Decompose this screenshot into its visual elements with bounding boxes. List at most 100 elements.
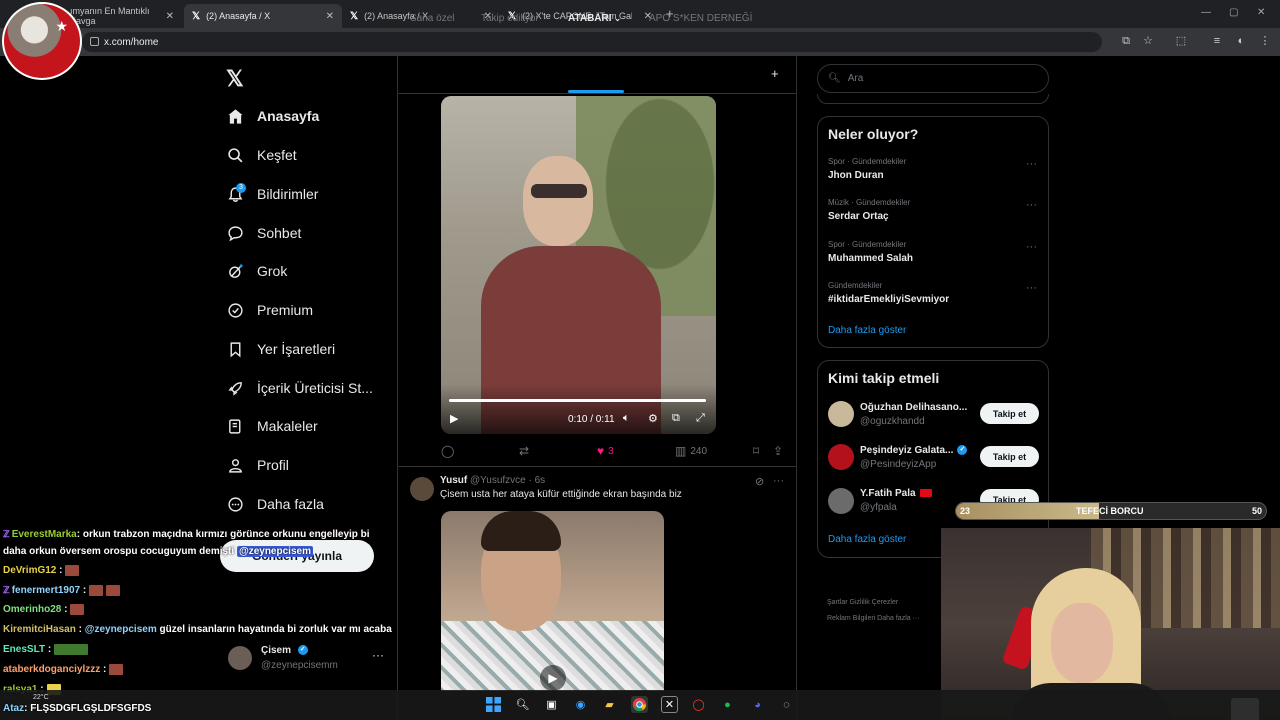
bookmark-button[interactable]: ⌑ (753, 444, 763, 458)
nav-profile[interactable]: Profil (226, 451, 289, 479)
play-icon[interactable]: ▶ (450, 412, 458, 425)
video-player[interactable] (441, 96, 716, 434)
account-handle: @zeynepcisemm (261, 660, 338, 671)
tweet-author-handle[interactable]: @Yusufzvce · 6s (470, 475, 545, 486)
more-icon[interactable]: ··· (1026, 241, 1037, 253)
bookmark-star-icon[interactable]: ☆ (1141, 34, 1155, 48)
task-view-icon[interactable]: ▣ (543, 696, 560, 713)
trend-item[interactable]: Serdar Ortaç (828, 211, 889, 222)
more-icon[interactable]: ··· (1026, 158, 1037, 170)
extensions-icon[interactable]: ⬚ (1174, 34, 1188, 48)
chrome-icon[interactable] (631, 696, 648, 713)
trend-item[interactable]: Jhon Duran (828, 170, 884, 181)
nav-more[interactable]: Daha fazla (226, 490, 324, 518)
nav-label: İçerik Üreticisi St... (257, 380, 373, 396)
file-explorer-icon[interactable]: ▰ (601, 696, 618, 713)
follow-suggestion-name[interactable]: Oğuzhan Delihasano... (860, 402, 967, 413)
account-menu-icon[interactable]: ··· (372, 648, 384, 662)
play-icon[interactable]: ▶ (540, 665, 566, 691)
emote-icon (106, 585, 121, 596)
nav-explore[interactable]: Keşfet (226, 141, 297, 169)
follow-suggestion-handle: @oguzkhandd (860, 416, 925, 427)
follow-suggestion-name[interactable]: Y.Fatih Pala (860, 488, 932, 499)
views-button[interactable]: ▥ 240 (675, 444, 707, 458)
x-app-icon[interactable]: ✕ (661, 696, 678, 713)
weather-temp: 22°C (33, 694, 49, 701)
add-tab-icon[interactable]: + (771, 66, 779, 81)
browser-tabbar: ımyanın En Mantıklı Kavga ✕ 𝕏 (2) Anasay… (0, 0, 1280, 28)
footer-links[interactable]: Reklam Bilgileri Daha fazla ··· (827, 615, 920, 622)
retweet-button[interactable]: ⇄ (519, 444, 533, 458)
search-input[interactable]: 🔍︎ Ara (817, 64, 1049, 93)
x-logo-icon[interactable]: 𝕏 (226, 66, 244, 92)
more-icon[interactable]: ··· (1026, 282, 1037, 294)
divider (398, 466, 796, 467)
show-more-link[interactable]: Daha fazla göster (828, 534, 906, 545)
tweet-author-name[interactable]: Yusuf (440, 475, 467, 486)
footer-links[interactable]: Şartlar Gizlilik Çerezler (827, 599, 898, 606)
chat-message: ataberkdoganciylzzz : (3, 664, 124, 675)
nav-bookmarks[interactable]: Yer İşaretleri (226, 335, 335, 363)
follow-suggestion-handle: @yfpala (860, 502, 897, 513)
trend-meta: Spor · Gündemdekiler (828, 157, 907, 166)
nav-chat[interactable]: Sohbet (226, 219, 301, 247)
nav-creator-studio[interactable]: İçerik Üreticisi St... (226, 374, 373, 402)
follow-suggestion-name[interactable]: Peşindeyiz Galata... ✓ (860, 445, 968, 456)
browser-tab[interactable]: ımyanın En Mantıklı Kavga ✕ (62, 4, 182, 28)
close-icon[interactable]: ✕ (166, 11, 174, 22)
discord-icon[interactable]: ◕ (749, 696, 766, 713)
menu-icon[interactable]: ⋮ (1258, 34, 1272, 48)
cast-icon[interactable]: ⧉ (1119, 34, 1133, 48)
nav-label: Profil (257, 457, 289, 473)
nav-articles[interactable]: Makaleler (226, 412, 318, 440)
maximize-icon[interactable]: ▢ (1229, 7, 1238, 18)
avatar[interactable] (228, 646, 252, 670)
volume-icon[interactable]: 🔈︎ (623, 412, 630, 425)
avatar[interactable] (828, 444, 854, 470)
settings-icon[interactable]: ⚙ (648, 412, 658, 425)
fullscreen-icon[interactable]: ⤢ (696, 412, 705, 425)
minimize-icon[interactable]: — (1201, 7, 1211, 18)
name-text: Peşindeyiz Galata... (860, 445, 954, 456)
tab-following[interactable]: Takip ediliyor (481, 13, 539, 24)
like-button[interactable]: ♥ 3 (597, 444, 614, 458)
show-more-link[interactable]: Daha fazla göster (828, 325, 906, 336)
windows-start-icon[interactable] (485, 696, 502, 713)
app-icon[interactable]: ◌ (778, 696, 795, 713)
url-input[interactable]: x.com/home (82, 32, 1102, 52)
profile-icon[interactable]: ◐ (1234, 34, 1248, 48)
reply-button[interactable]: ◯ (441, 444, 458, 458)
follow-button[interactable]: Takip et (980, 403, 1039, 424)
more-icon[interactable]: ··· (1026, 199, 1037, 211)
tab-list[interactable]: APO S*KEN DERNEĞİ (649, 13, 752, 24)
tab-atabari[interactable]: ATABARI ⌄ (568, 13, 621, 24)
share-button[interactable]: ⇪ (773, 444, 787, 458)
trend-item[interactable]: Muhammed Salah (828, 253, 913, 264)
close-window-icon[interactable]: ✕ (1257, 7, 1265, 18)
media-icon[interactable]: ≡ (1210, 34, 1224, 48)
video-player[interactable] (441, 511, 664, 691)
opera-icon[interactable]: ◯ (690, 696, 707, 713)
browser-tab-active[interactable]: 𝕏 (2) Anasayfa / X ✕ (184, 4, 342, 28)
grok-icon[interactable]: ⊘ (755, 475, 764, 488)
star-icon: ★ (55, 18, 68, 34)
follow-button[interactable]: Takip et (980, 446, 1039, 467)
search-placeholder: Ara (847, 73, 864, 84)
site-info-icon[interactable] (90, 37, 99, 46)
tab-for-you[interactable]: Sana özel (410, 13, 454, 24)
nav-grok[interactable]: Grok (226, 257, 287, 285)
who-to-follow-title: Kimi takip etmeli (828, 370, 940, 386)
edge-icon[interactable]: ◉ (572, 696, 589, 713)
more-icon[interactable]: ··· (773, 475, 784, 487)
spotify-icon[interactable]: ● (719, 696, 736, 713)
video-progress-bar[interactable] (449, 399, 706, 402)
nav-home[interactable]: Anasayfa (226, 102, 319, 130)
trend-item[interactable]: #iktidarEmekliyiSevmiyor (828, 294, 949, 305)
pip-icon[interactable]: ⧉ (672, 412, 680, 425)
search-icon[interactable]: 🔍︎ (514, 696, 531, 713)
avatar[interactable] (828, 488, 854, 514)
avatar[interactable] (828, 401, 854, 427)
close-icon[interactable]: ✕ (326, 11, 334, 22)
nav-premium[interactable]: Premium (226, 296, 313, 324)
avatar[interactable] (410, 477, 434, 501)
